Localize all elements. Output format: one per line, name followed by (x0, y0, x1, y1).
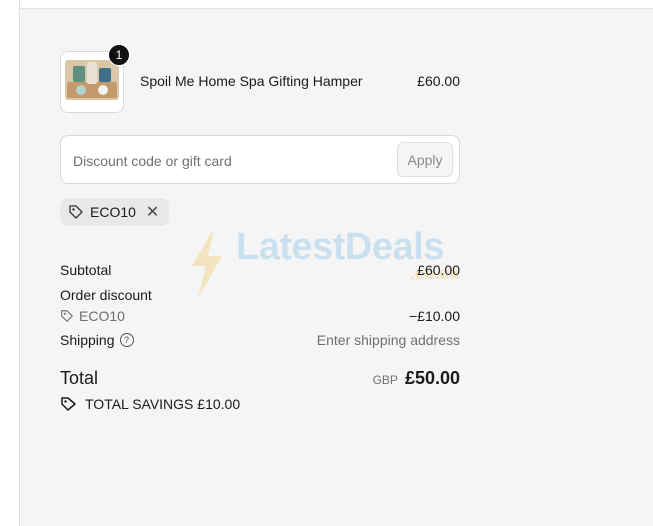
total-savings-text: TOTAL SAVINGS £10.00 (85, 396, 241, 412)
shipping-row: Shipping ? Enter shipping address (60, 332, 460, 348)
subtotal-value: £60.00 (417, 262, 460, 278)
applied-discount-chip: ECO10 ✕ (60, 198, 170, 226)
total-row: Total GBP £50.00 (60, 368, 460, 389)
shipping-label: Shipping (60, 332, 115, 348)
quantity-badge: 1 (108, 44, 130, 66)
product-name: Spoil Me Home Spa Gifting Hamper (140, 73, 363, 89)
total-amount: £50.00 (404, 368, 460, 388)
left-pane (0, 0, 20, 526)
tag-icon (69, 205, 83, 219)
product-thumbnail-wrapper: 1 (60, 44, 130, 113)
currency-code: GBP (372, 373, 398, 387)
close-icon[interactable]: ✕ (146, 202, 159, 222)
subtotal-label: Subtotal (60, 262, 112, 278)
discount-code-name: ECO10 (79, 308, 125, 324)
discount-value: −£10.00 (409, 308, 460, 324)
shipping-info: Shipping ? (60, 332, 134, 348)
subtotal-row: Subtotal £60.00 (60, 262, 460, 278)
total-savings: TOTAL SAVINGS £10.00 (60, 396, 240, 412)
order-discount-row: Order discount (60, 287, 460, 303)
help-icon[interactable]: ? (119, 333, 134, 347)
discount-field: Apply (60, 135, 460, 184)
total-label: Total (60, 368, 99, 388)
apply-button[interactable]: Apply (397, 142, 453, 177)
order-discount-label: Order discount (60, 287, 152, 303)
total-amount-group: GBP £50.00 (373, 368, 460, 389)
tag-icon (61, 310, 73, 322)
product-price: £60.00 (417, 73, 460, 89)
shipping-value: Enter shipping address (316, 332, 460, 348)
discount-code-input[interactable] (71, 146, 395, 175)
savings-tag-icon (61, 397, 76, 411)
discount-code-row: ECO10 −£10.00 (60, 308, 460, 324)
applied-code-label: ECO10 (90, 204, 136, 220)
discount-code-info: ECO10 (60, 308, 125, 324)
